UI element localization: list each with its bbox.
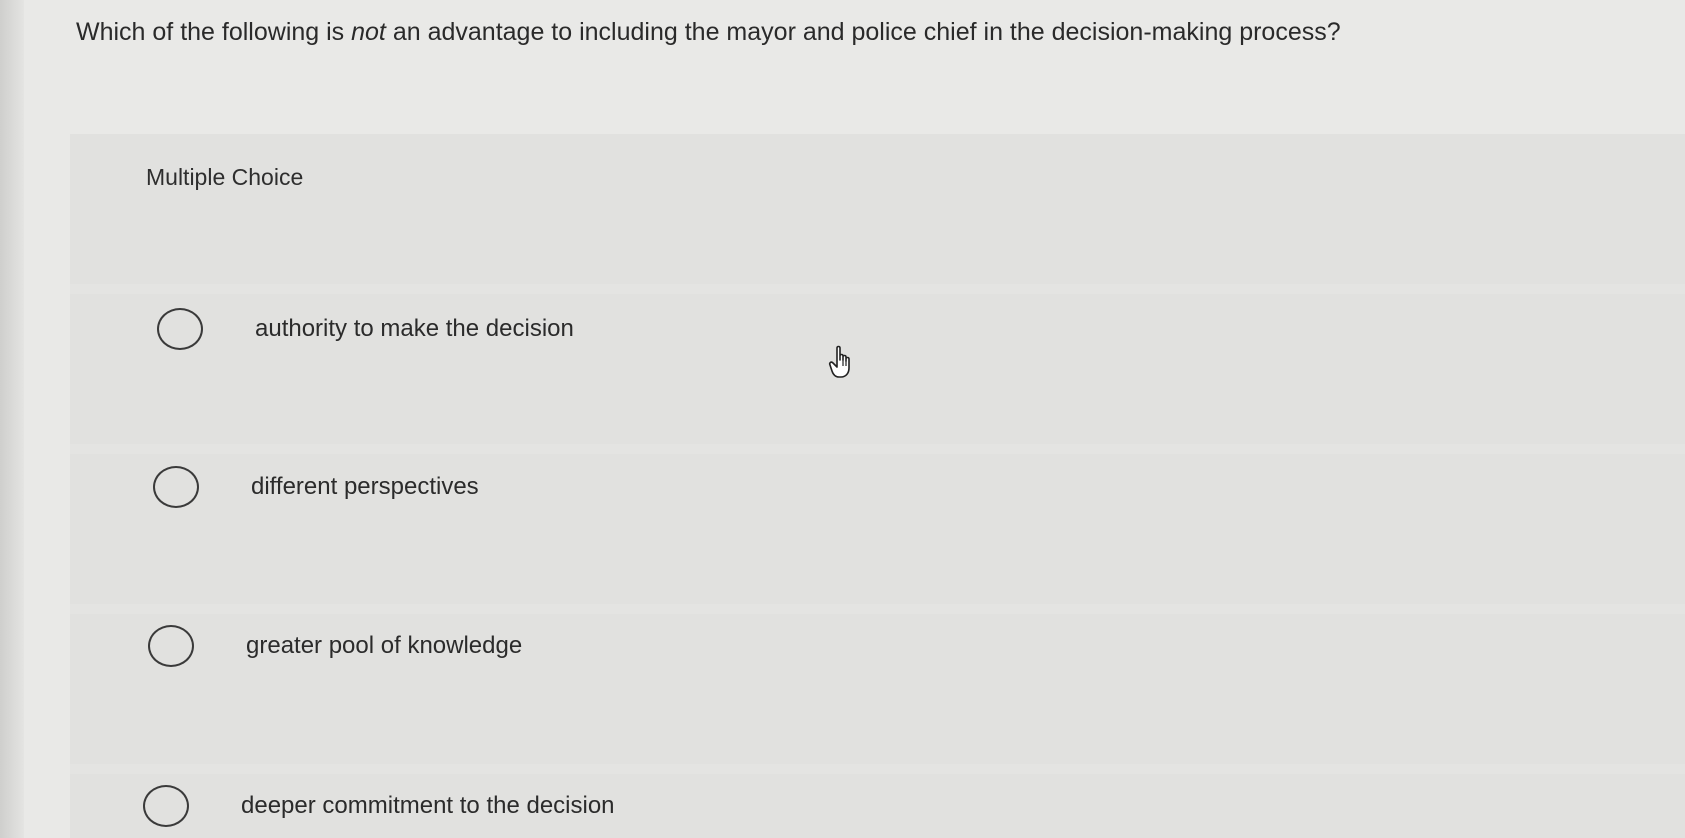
answer-option-label: authority to make the decision [255,315,574,342]
answer-option-label: deeper commitment to the decision [241,792,615,819]
answer-option[interactable]: deeper commitment to the decision [143,785,615,827]
question-suffix: an advantage to including the mayor and … [385,18,1341,46]
radio-circle-icon[interactable] [153,466,199,508]
question-prefix: Which of the following is [76,18,352,46]
hand-pointer-icon [828,345,850,378]
radio-circle-icon[interactable] [148,625,194,667]
answer-option[interactable]: different perspectives [153,466,479,508]
answer-option[interactable]: authority to make the decision [157,308,574,350]
answer-option[interactable]: greater pool of knowledge [148,625,522,667]
radio-circle-icon[interactable] [157,308,203,350]
answer-option-label: different perspectives [251,473,479,500]
answer-option-label: greater pool of knowledge [246,632,523,659]
question-emphasis: not [351,18,386,46]
radio-circle-icon[interactable] [143,785,189,827]
question-type-label: Multiple Choice [146,164,304,190]
question-text: Which of the following is not an advanta… [76,16,1341,48]
screen-edge [0,0,24,838]
